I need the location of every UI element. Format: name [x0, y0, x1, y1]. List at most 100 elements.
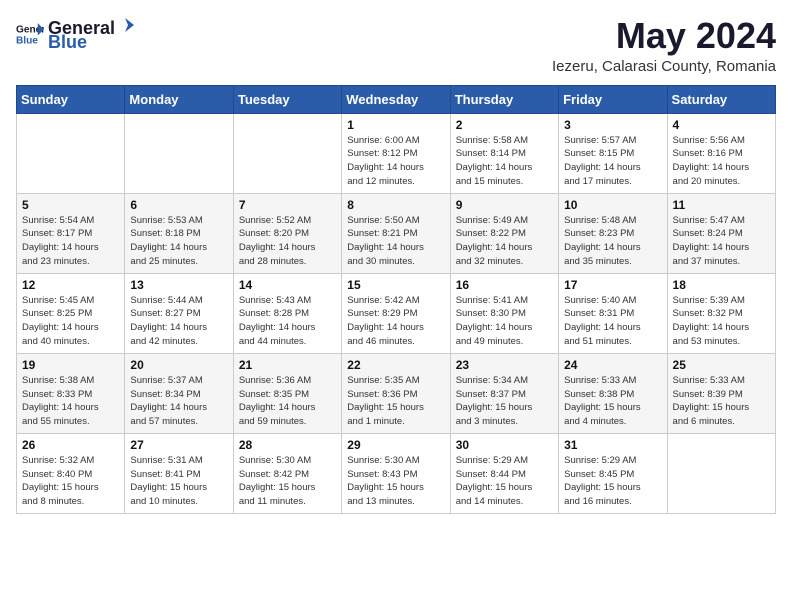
weekday-header-row: SundayMondayTuesdayWednesdayThursdayFrid… [17, 85, 776, 113]
day-number: 8 [347, 198, 444, 212]
day-number: 16 [456, 278, 553, 292]
day-number: 19 [22, 358, 119, 372]
day-number: 6 [130, 198, 227, 212]
calendar-cell: 14 Sunrise: 5:43 AM Sunset: 8:28 PM Dayli… [233, 273, 341, 353]
calendar-week-row: 5 Sunrise: 5:54 AM Sunset: 8:17 PM Daylig… [17, 193, 776, 273]
day-info: Sunrise: 5:37 AM Sunset: 8:34 PM Dayligh… [130, 374, 227, 429]
day-number: 17 [564, 278, 661, 292]
day-info: Sunrise: 5:36 AM Sunset: 8:35 PM Dayligh… [239, 374, 336, 429]
calendar-cell: 5 Sunrise: 5:54 AM Sunset: 8:17 PM Daylig… [17, 193, 125, 273]
day-number: 13 [130, 278, 227, 292]
day-info: Sunrise: 5:45 AM Sunset: 8:25 PM Dayligh… [22, 294, 119, 349]
day-number: 23 [456, 358, 553, 372]
calendar-cell: 4 Sunrise: 5:56 AM Sunset: 8:16 PM Daylig… [667, 113, 775, 193]
weekday-header-friday: Friday [559, 85, 667, 113]
calendar-cell: 31Sunrise: 5:29 AM Sunset: 8:45 PM Dayli… [559, 433, 667, 513]
day-info: Sunrise: 5:32 AM Sunset: 8:40 PM Dayligh… [22, 454, 119, 509]
calendar-cell: 9 Sunrise: 5:49 AM Sunset: 8:22 PM Daylig… [450, 193, 558, 273]
calendar-cell [17, 113, 125, 193]
day-number: 14 [239, 278, 336, 292]
calendar-cell [233, 113, 341, 193]
day-info: Sunrise: 5:44 AM Sunset: 8:27 PM Dayligh… [130, 294, 227, 349]
logo: General Blue General Blue [16, 16, 135, 51]
page-header: General Blue General Blue May 2024 Iezer… [16, 16, 776, 75]
day-number: 5 [22, 198, 119, 212]
day-number: 22 [347, 358, 444, 372]
calendar-week-row: 12Sunrise: 5:45 AM Sunset: 8:25 PM Dayli… [17, 273, 776, 353]
calendar-cell: 25Sunrise: 5:33 AM Sunset: 8:39 PM Dayli… [667, 353, 775, 433]
day-number: 20 [130, 358, 227, 372]
day-info: Sunrise: 5:30 AM Sunset: 8:43 PM Dayligh… [347, 454, 444, 509]
day-info: Sunrise: 5:40 AM Sunset: 8:31 PM Dayligh… [564, 294, 661, 349]
day-info: Sunrise: 5:48 AM Sunset: 8:23 PM Dayligh… [564, 214, 661, 269]
day-info: Sunrise: 5:53 AM Sunset: 8:18 PM Dayligh… [130, 214, 227, 269]
calendar-cell: 19Sunrise: 5:38 AM Sunset: 8:33 PM Dayli… [17, 353, 125, 433]
day-number: 7 [239, 198, 336, 212]
day-info: Sunrise: 5:58 AM Sunset: 8:14 PM Dayligh… [456, 134, 553, 189]
weekday-header-wednesday: Wednesday [342, 85, 450, 113]
day-number: 21 [239, 358, 336, 372]
calendar-cell: 12Sunrise: 5:45 AM Sunset: 8:25 PM Dayli… [17, 273, 125, 353]
day-info: Sunrise: 5:49 AM Sunset: 8:22 PM Dayligh… [456, 214, 553, 269]
day-info: Sunrise: 5:30 AM Sunset: 8:42 PM Dayligh… [239, 454, 336, 509]
day-info: Sunrise: 5:54 AM Sunset: 8:17 PM Dayligh… [22, 214, 119, 269]
day-number: 29 [347, 438, 444, 452]
day-info: Sunrise: 5:43 AM Sunset: 8:28 PM Dayligh… [239, 294, 336, 349]
day-info: Sunrise: 5:29 AM Sunset: 8:44 PM Dayligh… [456, 454, 553, 509]
day-number: 15 [347, 278, 444, 292]
calendar-cell: 3 Sunrise: 5:57 AM Sunset: 8:15 PM Daylig… [559, 113, 667, 193]
day-info: Sunrise: 5:56 AM Sunset: 8:16 PM Dayligh… [673, 134, 770, 189]
day-info: Sunrise: 5:31 AM Sunset: 8:41 PM Dayligh… [130, 454, 227, 509]
calendar-cell: 8Sunrise: 5:50 AM Sunset: 8:21 PM Daylig… [342, 193, 450, 273]
calendar-week-row: 1Sunrise: 6:00 AM Sunset: 8:12 PM Daylig… [17, 113, 776, 193]
weekday-header-saturday: Saturday [667, 85, 775, 113]
day-number: 4 [673, 118, 770, 132]
day-number: 27 [130, 438, 227, 452]
logo-icon: General Blue [16, 20, 44, 48]
location-title: Iezeru, Calarasi County, Romania [552, 58, 776, 75]
day-number: 11 [673, 198, 770, 212]
calendar-cell: 18 Sunrise: 5:39 AM Sunset: 8:32 PM Dayli… [667, 273, 775, 353]
calendar-cell: 29 Sunrise: 5:30 AM Sunset: 8:43 PM Dayli… [342, 433, 450, 513]
weekday-header-sunday: Sunday [17, 85, 125, 113]
day-number: 9 [456, 198, 553, 212]
calendar-cell: 22 Sunrise: 5:35 AM Sunset: 8:36 PM Dayli… [342, 353, 450, 433]
calendar-cell: 7Sunrise: 5:52 AM Sunset: 8:20 PM Daylig… [233, 193, 341, 273]
day-number: 3 [564, 118, 661, 132]
day-number: 18 [673, 278, 770, 292]
day-number: 24 [564, 358, 661, 372]
weekday-header-thursday: Thursday [450, 85, 558, 113]
calendar-cell: 17 Sunrise: 5:40 AM Sunset: 8:31 PM Dayli… [559, 273, 667, 353]
calendar-cell: 23 Sunrise: 5:34 AM Sunset: 8:37 PM Dayli… [450, 353, 558, 433]
calendar-cell: 2Sunrise: 5:58 AM Sunset: 8:14 PM Daylig… [450, 113, 558, 193]
calendar-cell: 26 Sunrise: 5:32 AM Sunset: 8:40 PM Dayli… [17, 433, 125, 513]
day-number: 28 [239, 438, 336, 452]
calendar-cell [125, 113, 233, 193]
calendar-week-row: 19Sunrise: 5:38 AM Sunset: 8:33 PM Dayli… [17, 353, 776, 433]
calendar-cell: 1Sunrise: 6:00 AM Sunset: 8:12 PM Daylig… [342, 113, 450, 193]
day-number: 26 [22, 438, 119, 452]
calendar-table: SundayMondayTuesdayWednesdayThursdayFrid… [16, 85, 776, 514]
logo-bird-icon [116, 16, 134, 34]
calendar-cell: 6 Sunrise: 5:53 AM Sunset: 8:18 PM Daylig… [125, 193, 233, 273]
day-info: Sunrise: 5:57 AM Sunset: 8:15 PM Dayligh… [564, 134, 661, 189]
title-section: May 2024 Iezeru, Calarasi County, Romani… [552, 16, 776, 75]
month-title: May 2024 [552, 16, 776, 56]
day-info: Sunrise: 5:39 AM Sunset: 8:32 PM Dayligh… [673, 294, 770, 349]
day-info: Sunrise: 5:35 AM Sunset: 8:36 PM Dayligh… [347, 374, 444, 429]
calendar-cell: 20 Sunrise: 5:37 AM Sunset: 8:34 PM Dayli… [125, 353, 233, 433]
calendar-cell: 11 Sunrise: 5:47 AM Sunset: 8:24 PM Dayli… [667, 193, 775, 273]
day-info: Sunrise: 5:33 AM Sunset: 8:38 PM Dayligh… [564, 374, 661, 429]
calendar-cell: 10Sunrise: 5:48 AM Sunset: 8:23 PM Dayli… [559, 193, 667, 273]
calendar-cell: 24 Sunrise: 5:33 AM Sunset: 8:38 PM Dayli… [559, 353, 667, 433]
weekday-header-tuesday: Tuesday [233, 85, 341, 113]
day-number: 31 [564, 438, 661, 452]
day-info: Sunrise: 6:00 AM Sunset: 8:12 PM Dayligh… [347, 134, 444, 189]
calendar-week-row: 26 Sunrise: 5:32 AM Sunset: 8:40 PM Dayli… [17, 433, 776, 513]
day-info: Sunrise: 5:47 AM Sunset: 8:24 PM Dayligh… [673, 214, 770, 269]
day-info: Sunrise: 5:34 AM Sunset: 8:37 PM Dayligh… [456, 374, 553, 429]
calendar-cell: 30Sunrise: 5:29 AM Sunset: 8:44 PM Dayli… [450, 433, 558, 513]
day-number: 25 [673, 358, 770, 372]
calendar-cell: 21 Sunrise: 5:36 AM Sunset: 8:35 PM Dayli… [233, 353, 341, 433]
calendar-cell: 28 Sunrise: 5:30 AM Sunset: 8:42 PM Dayli… [233, 433, 341, 513]
